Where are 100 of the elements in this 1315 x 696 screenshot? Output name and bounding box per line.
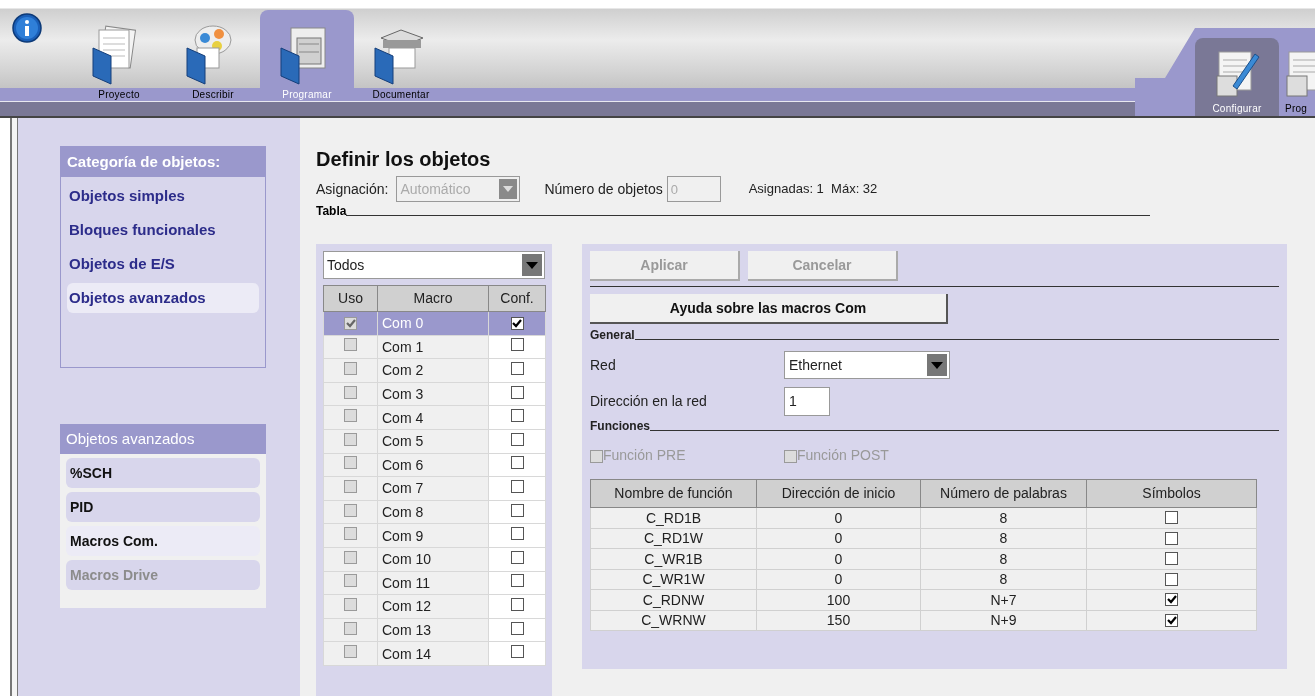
table-cell: 8	[920, 528, 1087, 549]
table-row[interactable]: Com 14	[323, 641, 546, 666]
checkbox[interactable]	[510, 621, 524, 635]
toolbar-tab[interactable]: Documentar	[354, 10, 448, 101]
column-header: Nombre de función	[590, 479, 757, 508]
object-item[interactable]: %SCH	[66, 458, 260, 488]
action-button: Aplicar	[590, 251, 740, 281]
checkbox[interactable]	[1165, 511, 1178, 525]
checkbox[interactable]	[510, 456, 524, 470]
network-dropdown[interactable]: Ethernet	[784, 351, 950, 379]
table-row[interactable]: Com 5	[323, 429, 546, 454]
check-icon	[1166, 615, 1177, 625]
checkbox[interactable]	[1165, 593, 1178, 607]
checkbox[interactable]	[510, 479, 524, 493]
field-label: Número de objetos	[544, 179, 663, 199]
checkbox-label: Función POST	[797, 447, 889, 463]
checkbox[interactable]	[1165, 531, 1178, 545]
checkbox[interactable]	[510, 338, 524, 352]
table-row[interactable]: Com 3	[323, 382, 546, 406]
field-label: Dirección en la red	[590, 391, 708, 411]
category-item[interactable]: Objetos de E/S	[67, 249, 259, 279]
table-row[interactable]: Com 9	[323, 523, 546, 548]
column-header: Número de palabras	[920, 479, 1087, 508]
checkbox[interactable]	[510, 316, 524, 330]
table-cell: N+7	[920, 589, 1087, 610]
checkbox[interactable]	[510, 409, 524, 423]
category-item[interactable]: Objetos avanzados	[67, 283, 259, 313]
table-cell: 0	[756, 507, 921, 528]
table-cell: 8	[920, 507, 1087, 528]
table-cell: N+9	[920, 610, 1087, 631]
table-row[interactable]: Com 4	[323, 405, 546, 430]
table-cell: Com 8	[377, 500, 489, 524]
checkbox[interactable]	[510, 527, 524, 541]
column-header: Dirección de inicio	[756, 479, 921, 508]
table-cell: 150	[756, 610, 921, 631]
checkbox[interactable]	[510, 574, 524, 588]
checkbox[interactable]	[510, 385, 524, 399]
action-button: Cancelar	[748, 251, 898, 281]
toolbar-tab[interactable]: Describir	[166, 10, 260, 101]
column-header: Macro	[377, 285, 489, 312]
table-row[interactable]: Com 12	[323, 594, 546, 619]
table-cell: Com 12	[377, 594, 489, 619]
assigned-count: Asignadas: 1 Máx: 32	[748, 180, 878, 199]
object-item[interactable]: Macros Com.	[66, 526, 260, 556]
checkbox[interactable]	[510, 503, 524, 517]
table-cell: Com 3	[377, 382, 489, 406]
section-title: Funciones	[590, 419, 650, 433]
table-cell: Com 9	[377, 523, 489, 548]
table-cell: Com 4	[377, 405, 489, 430]
table-cell: Com 6	[377, 453, 489, 477]
input-field[interactable]: 1	[784, 386, 830, 416]
column-header: Conf.	[488, 285, 546, 312]
help-button[interactable]: Ayuda sobre las macros Com	[590, 294, 948, 324]
table-row[interactable]: Com 8	[323, 500, 546, 524]
category-item[interactable]: Bloques funcionales	[67, 215, 259, 245]
toolbar-tab[interactable]: Configurar	[1195, 38, 1279, 116]
field-label: Asignación:	[316, 179, 389, 199]
table-cell: 8	[920, 569, 1087, 590]
table-cell: Com 0	[377, 311, 489, 336]
toolbar-tab[interactable]: Prog	[1279, 38, 1315, 116]
table-cell: Com 5	[377, 429, 489, 454]
field-label: Red	[590, 355, 617, 375]
dropdown: Automático	[396, 176, 521, 202]
checkbox-label: Función PRE	[603, 447, 686, 463]
table-row[interactable]: Com 2	[323, 358, 546, 383]
table-cell: Com 14	[377, 641, 489, 666]
table-row[interactable]: Com 1	[323, 335, 546, 359]
table-cell: C_RD1B	[590, 507, 757, 528]
table-cell: Com 11	[377, 571, 489, 595]
category-item[interactable]: Objetos simples	[67, 181, 259, 211]
table-cell: C_WR1B	[590, 548, 757, 569]
table-cell: Com 10	[377, 547, 489, 572]
checkbox[interactable]	[510, 432, 524, 446]
table-cell: Com 7	[377, 476, 489, 501]
filter-dropdown[interactable]: Todos	[323, 251, 545, 279]
page-heading: Definir los objetos	[316, 147, 492, 172]
table-cell: Com 2	[377, 358, 489, 383]
checkbox[interactable]	[510, 597, 524, 611]
table-cell: Com 1	[377, 335, 489, 359]
table-row[interactable]: Com 7	[323, 476, 546, 501]
checkbox[interactable]	[510, 645, 524, 659]
checkbox[interactable]	[1165, 552, 1178, 566]
object-item[interactable]: PID	[66, 492, 260, 522]
check-icon	[1166, 595, 1177, 605]
table-row[interactable]: Com 6	[323, 453, 546, 477]
checkbox[interactable]	[1165, 613, 1178, 627]
table-cell: 8	[920, 548, 1087, 569]
toolbar-tab[interactable]: Proyecto	[72, 10, 166, 101]
checkbox[interactable]	[1165, 572, 1178, 586]
input-field: 0	[666, 176, 721, 202]
checkbox[interactable]	[510, 550, 524, 564]
table-cell: Com 13	[377, 618, 489, 642]
table-row[interactable]: Com 13	[323, 618, 546, 642]
section-title: General	[590, 328, 635, 342]
table-row[interactable]: Com 10	[323, 547, 546, 572]
check-icon	[512, 318, 522, 328]
table-cell: C_WR1W	[590, 569, 757, 590]
checkbox[interactable]	[510, 362, 524, 375]
table-row[interactable]: Com 11	[323, 571, 546, 595]
column-header: Símbolos	[1086, 479, 1257, 508]
